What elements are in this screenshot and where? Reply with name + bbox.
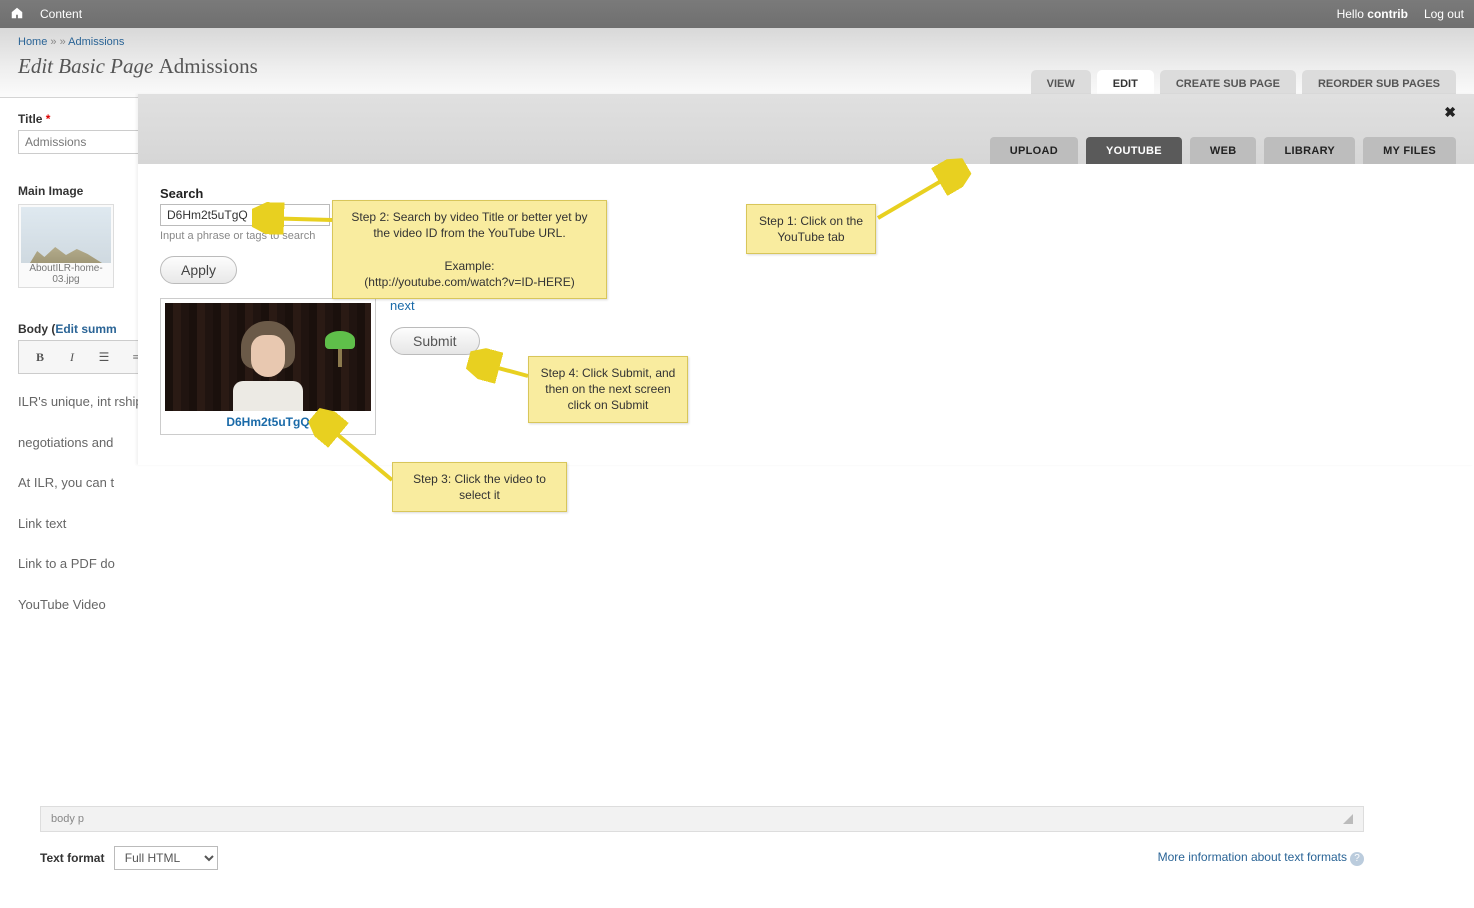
annotation-arrows bbox=[0, 0, 1474, 908]
callout-step2: Step 2: Search by video Title or better … bbox=[332, 200, 607, 299]
callout-step4: Step 4: Click Submit, and then on the ne… bbox=[528, 356, 688, 423]
callout-step3: Step 3: Click the video to select it bbox=[392, 462, 567, 512]
callout-step1: Step 1: Click on the YouTube tab bbox=[746, 204, 876, 254]
